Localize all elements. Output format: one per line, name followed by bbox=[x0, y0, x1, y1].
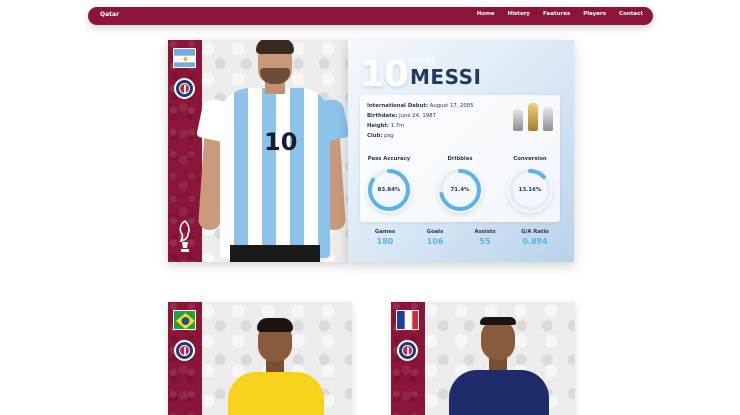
nav-history[interactable]: History bbox=[508, 11, 530, 17]
nav-home[interactable]: Home bbox=[477, 11, 495, 17]
gauge-ring: 71.4% bbox=[437, 167, 483, 213]
head bbox=[481, 320, 515, 360]
brazil-jersey bbox=[228, 372, 324, 415]
birthdate-label: Birthdate: bbox=[367, 113, 398, 119]
stat-ga-ratio: G/A Ratio 0.894 bbox=[515, 229, 555, 246]
stat-value: 55 bbox=[479, 237, 491, 246]
gauge-value: 71.4% bbox=[450, 187, 470, 193]
france-flag bbox=[396, 310, 419, 330]
brazil-flag bbox=[173, 310, 196, 330]
stat-assists: Assists 55 bbox=[465, 229, 505, 246]
stat-label: Assists bbox=[474, 229, 496, 235]
stat-value: 180 bbox=[376, 237, 394, 246]
argentina-jersey bbox=[220, 88, 330, 258]
debut-line: International Debut: August 17, 2005 bbox=[367, 103, 474, 109]
maroon-stripe bbox=[391, 302, 425, 415]
player-number: 10 bbox=[360, 54, 409, 95]
gauge-value: 83.84% bbox=[377, 187, 401, 193]
nav-links: Home History Features Players Contact bbox=[477, 11, 643, 17]
player-photo-panel: 10 bbox=[168, 40, 348, 262]
featured-player-card: 10 10 LIONEL MESSI International Debut: … bbox=[168, 40, 574, 262]
birthdate-line: Birthdate: June 24, 1987 bbox=[367, 113, 436, 119]
player-info-box: International Debut: August 17, 2005 Bir… bbox=[360, 95, 560, 222]
player-card-neymar[interactable] bbox=[168, 302, 352, 415]
stat-label: G/A Ratio bbox=[521, 229, 549, 235]
debut-value: August 17, 2005 bbox=[429, 103, 474, 109]
stat-label: Goals bbox=[426, 229, 444, 235]
france-jersey bbox=[449, 370, 549, 415]
nav-players[interactable]: Players bbox=[583, 11, 606, 17]
stat-label: Games bbox=[374, 229, 396, 235]
stat-games: Games 180 bbox=[365, 229, 405, 246]
player-first-name: LIONEL bbox=[410, 57, 436, 64]
hair bbox=[257, 318, 293, 332]
psg-badge-icon bbox=[174, 340, 195, 361]
gauge-pass-accuracy: Pass Accuracy 83.84% bbox=[364, 156, 414, 213]
club-line: Club: psg bbox=[367, 133, 394, 139]
club-label: Club: bbox=[367, 133, 383, 139]
nav-features[interactable]: Features bbox=[543, 11, 570, 17]
hair bbox=[480, 317, 516, 325]
messi-photo: 10 bbox=[168, 40, 348, 262]
gauge-label: Pass Accuracy bbox=[367, 156, 411, 162]
player-stats-panel: 10 LIONEL MESSI International Debut: Aug… bbox=[348, 40, 574, 262]
trophy-cabinet bbox=[513, 103, 553, 131]
page: Qatar Home History Features Players Cont… bbox=[0, 0, 740, 415]
gauge-ring: 13.16% bbox=[507, 167, 553, 213]
gauge-value: 13.16% bbox=[518, 187, 542, 193]
player-card-mbappe[interactable] bbox=[391, 302, 575, 415]
player-last-name: MESSI bbox=[410, 65, 482, 89]
height-value: 1.7m bbox=[390, 123, 405, 129]
gauge-label: Dribbles bbox=[447, 156, 473, 162]
career-stats: Games 180 Goals 106 Assists 55 G/A Ratio… bbox=[360, 229, 560, 246]
hair bbox=[256, 40, 294, 54]
stat-value: 0.894 bbox=[522, 237, 548, 246]
gauge-dribbles: Dribbles 71.4% bbox=[435, 156, 485, 213]
shorts bbox=[230, 245, 320, 262]
ballon-dor-trophy-icon bbox=[513, 109, 523, 131]
birthdate-value: June 24, 1987 bbox=[399, 113, 436, 119]
club-value: psg bbox=[384, 133, 394, 139]
height-label: Height: bbox=[367, 123, 390, 129]
nav-contact[interactable]: Contact bbox=[619, 11, 643, 17]
stat-goals: Goals 106 bbox=[415, 229, 455, 246]
height-line: Height: 1.7m bbox=[367, 123, 404, 129]
debut-label: International Debut: bbox=[367, 103, 429, 109]
gauge-ring: 83.84% bbox=[366, 167, 412, 213]
gauge-conversion: Conversion 13.16% bbox=[505, 156, 555, 213]
maroon-stripe bbox=[168, 302, 202, 415]
psg-badge-icon bbox=[397, 340, 418, 361]
champions-league-trophy-icon bbox=[543, 107, 553, 131]
brand-logo[interactable]: Qatar bbox=[100, 11, 119, 18]
world-cup-trophy-icon bbox=[528, 103, 538, 131]
jersey-number: 10 bbox=[264, 128, 298, 156]
gauge-label: Conversion bbox=[513, 156, 547, 162]
navbar: Qatar Home History Features Players Cont… bbox=[88, 7, 653, 25]
stat-value: 106 bbox=[426, 237, 444, 246]
